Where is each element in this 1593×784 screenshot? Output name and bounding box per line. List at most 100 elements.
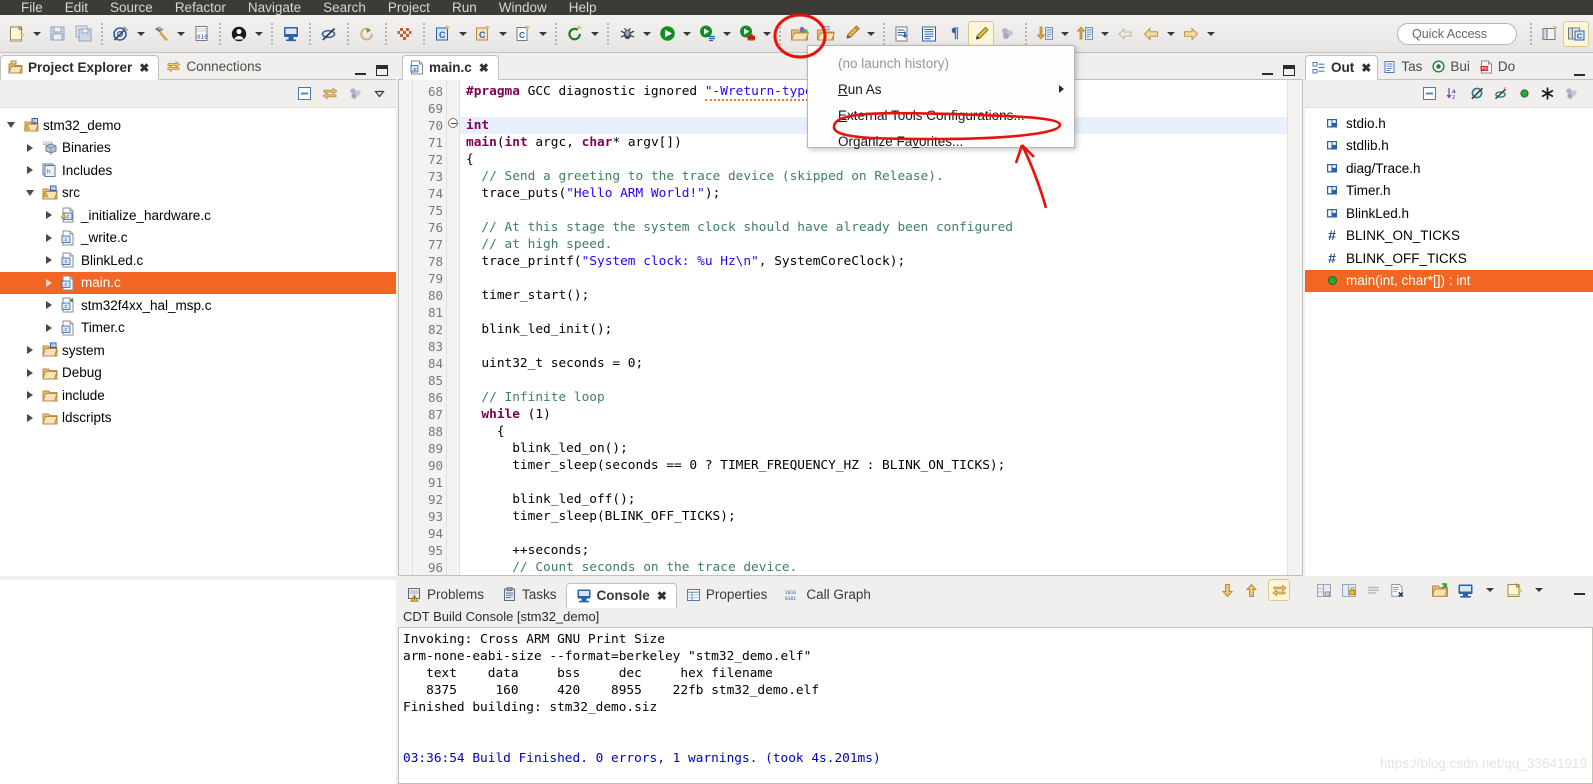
twisty-collapsed-icon[interactable] — [42, 211, 56, 219]
twisty-collapsed-icon[interactable] — [23, 414, 37, 422]
build-hammer-chevron-down-icon[interactable] — [174, 21, 188, 47]
new-wizard-chevron-down-icon[interactable] — [588, 21, 602, 47]
minimize-icon[interactable] — [1574, 67, 1585, 76]
menu-item-search[interactable]: Search — [312, 0, 377, 15]
previous-annotation-icon[interactable] — [1032, 21, 1058, 47]
code-line[interactable] — [460, 270, 1287, 287]
new-wizard-green-icon[interactable] — [562, 21, 588, 47]
fold-marker-slot[interactable] — [447, 284, 459, 301]
build-hammer-icon[interactable] — [148, 21, 174, 47]
code-line[interactable]: uint32_t seconds = 0; — [460, 355, 1287, 372]
code-line[interactable] — [460, 338, 1287, 355]
tab-tasks[interactable]: Tasks — [493, 582, 566, 607]
run-chevron-down-icon[interactable] — [680, 21, 694, 47]
collapse-all-icon[interactable] — [297, 86, 312, 101]
fold-marker-slot[interactable] — [447, 420, 459, 437]
minimize-icon[interactable] — [355, 66, 366, 75]
menu-item-file[interactable]: File — [10, 0, 54, 15]
menu-item-run-as[interactable]: Run As — [808, 76, 1074, 102]
new-console-chevron-down-icon[interactable] — [1532, 577, 1546, 603]
fold-marker-slot[interactable] — [447, 556, 459, 573]
fold-marker-slot[interactable] — [447, 233, 459, 250]
fold-marker-slot[interactable] — [447, 148, 459, 165]
maximize-icon[interactable] — [1283, 65, 1295, 76]
fold-marker-slot[interactable] — [447, 199, 459, 216]
tab-build-targets[interactable]: Bui — [1427, 54, 1475, 79]
menu-item-run[interactable]: Run — [441, 0, 488, 15]
new-c-class-chevron-down-icon[interactable] — [496, 21, 510, 47]
code-line[interactable]: timer_sleep(seconds == 0 ? TIMER_FREQUEN… — [460, 457, 1287, 474]
scroll-down-icon[interactable] — [1220, 583, 1235, 598]
tree-item-stm32f4xx-hal-msp-c[interactable]: .c stm32f4xx_hal_msp.c — [0, 294, 396, 317]
show-whitespace-icon[interactable] — [916, 21, 942, 47]
twisty-collapsed-icon[interactable] — [23, 144, 37, 152]
external-tools-icon[interactable] — [734, 21, 760, 47]
new-c-file-icon[interactable]: C — [510, 21, 536, 47]
code-line[interactable] — [460, 474, 1287, 491]
twisty-expanded-icon[interactable] — [23, 190, 37, 196]
close-icon[interactable]: ✖ — [657, 589, 667, 603]
scroll-lock-icon[interactable] — [1268, 579, 1290, 601]
tree-item-ldscripts[interactable]: ldscripts — [0, 407, 396, 430]
back-icon[interactable] — [1138, 21, 1164, 47]
fold-marker-slot[interactable] — [447, 488, 459, 505]
outline-item-blink-off-ticks[interactable]: # BLINK_OFF_TICKS — [1305, 247, 1593, 270]
minimize-icon[interactable] — [1574, 586, 1585, 595]
source-code[interactable]: #pragma GCC diagnostic ignored "-Wreturn… — [460, 80, 1287, 575]
tree-item-blinkled-c[interactable]: .c BlinkLed.c — [0, 249, 396, 272]
outline-item-blinkled-h[interactable]: BlinkLed.h — [1305, 202, 1593, 225]
outline-list[interactable]: stdio.h stdlib.h diag/Trace.h Timer.h Bl… — [1305, 108, 1593, 576]
next-edit-chevron-down-icon[interactable] — [1098, 21, 1112, 47]
open-perspective-icon[interactable] — [1537, 21, 1563, 47]
tab-tasks[interactable]: Tas — [1378, 54, 1427, 79]
outline-item-stdio-h[interactable]: stdio.h — [1305, 112, 1593, 135]
new-c-project-chevron-down-icon[interactable] — [456, 21, 470, 47]
tree-item-system[interactable]: C system — [0, 339, 396, 362]
menu-item-navigate[interactable]: Navigate — [237, 0, 312, 15]
menu-item-window[interactable]: Window — [488, 0, 558, 15]
tree-item-include[interactable]: include — [0, 384, 396, 407]
hide-nonpublic-icon[interactable] — [1518, 87, 1531, 100]
next-edit-icon[interactable] — [1072, 21, 1098, 47]
binary-icon[interactable]: 010 — [188, 21, 214, 47]
fold-marker-slot[interactable] — [447, 131, 459, 148]
tab-call-graph[interactable]: 1010 0101 Call Graph — [776, 582, 880, 607]
fold-marker-slot[interactable] — [447, 182, 459, 199]
fold-marker-slot[interactable] — [447, 301, 459, 318]
display-console-icon[interactable] — [1457, 583, 1474, 598]
open-console-icon[interactable] — [1431, 582, 1448, 598]
overview-ruler[interactable] — [1287, 80, 1302, 575]
hide-macros-icon[interactable] — [1540, 86, 1555, 101]
code-line[interactable] — [460, 372, 1287, 389]
code-line[interactable]: timer_start(); — [460, 287, 1287, 304]
menu-item-source[interactable]: Source — [99, 0, 164, 15]
fold-marker-slot[interactable] — [447, 471, 459, 488]
open-console-icon[interactable] — [278, 21, 304, 47]
fold-marker-slot[interactable] — [447, 352, 459, 369]
twisty-collapsed-icon[interactable] — [42, 234, 56, 242]
remove-console-icon[interactable] — [1390, 583, 1405, 598]
outline-item-stdlib-h[interactable]: stdlib.h — [1305, 135, 1593, 158]
tab-outline[interactable]: Out ✖ — [1305, 55, 1379, 80]
view-menu-dots-icon[interactable] — [348, 86, 363, 101]
tree-item-binaries[interactable]: 1010 Binaries — [0, 137, 396, 160]
forward-icon[interactable] — [1178, 21, 1204, 47]
menu-item-help[interactable]: Help — [558, 0, 608, 15]
fold-marker-slot[interactable] — [447, 335, 459, 352]
menu-item-external-tools-configurations[interactable]: External Tools Configurations... — [808, 102, 1074, 128]
fold-marker-slot[interactable] — [447, 539, 459, 556]
run-icon[interactable] — [654, 21, 680, 47]
maximize-icon[interactable] — [376, 65, 388, 76]
outline-item-blink-on-ticks[interactable]: # BLINK_ON_TICKS — [1305, 225, 1593, 248]
fold-marker-slot[interactable] — [447, 165, 459, 182]
folding-gutter[interactable] — [447, 80, 460, 575]
collapse-all-icon[interactable] — [1422, 86, 1437, 101]
hide-static-icon[interactable]: s — [1494, 86, 1509, 101]
twisty-collapsed-icon[interactable] — [23, 369, 37, 377]
user-profile-chevron-down-icon[interactable] — [252, 21, 266, 47]
minimize-icon[interactable] — [1262, 66, 1273, 75]
open-type-icon[interactable] — [786, 21, 812, 47]
tree-item--initialize-hardware-c[interactable]: .c _initialize_hardware.c — [0, 204, 396, 227]
new-console-icon[interactable] — [1506, 582, 1523, 598]
tab-documents[interactable]: PDF Do — [1475, 54, 1520, 79]
